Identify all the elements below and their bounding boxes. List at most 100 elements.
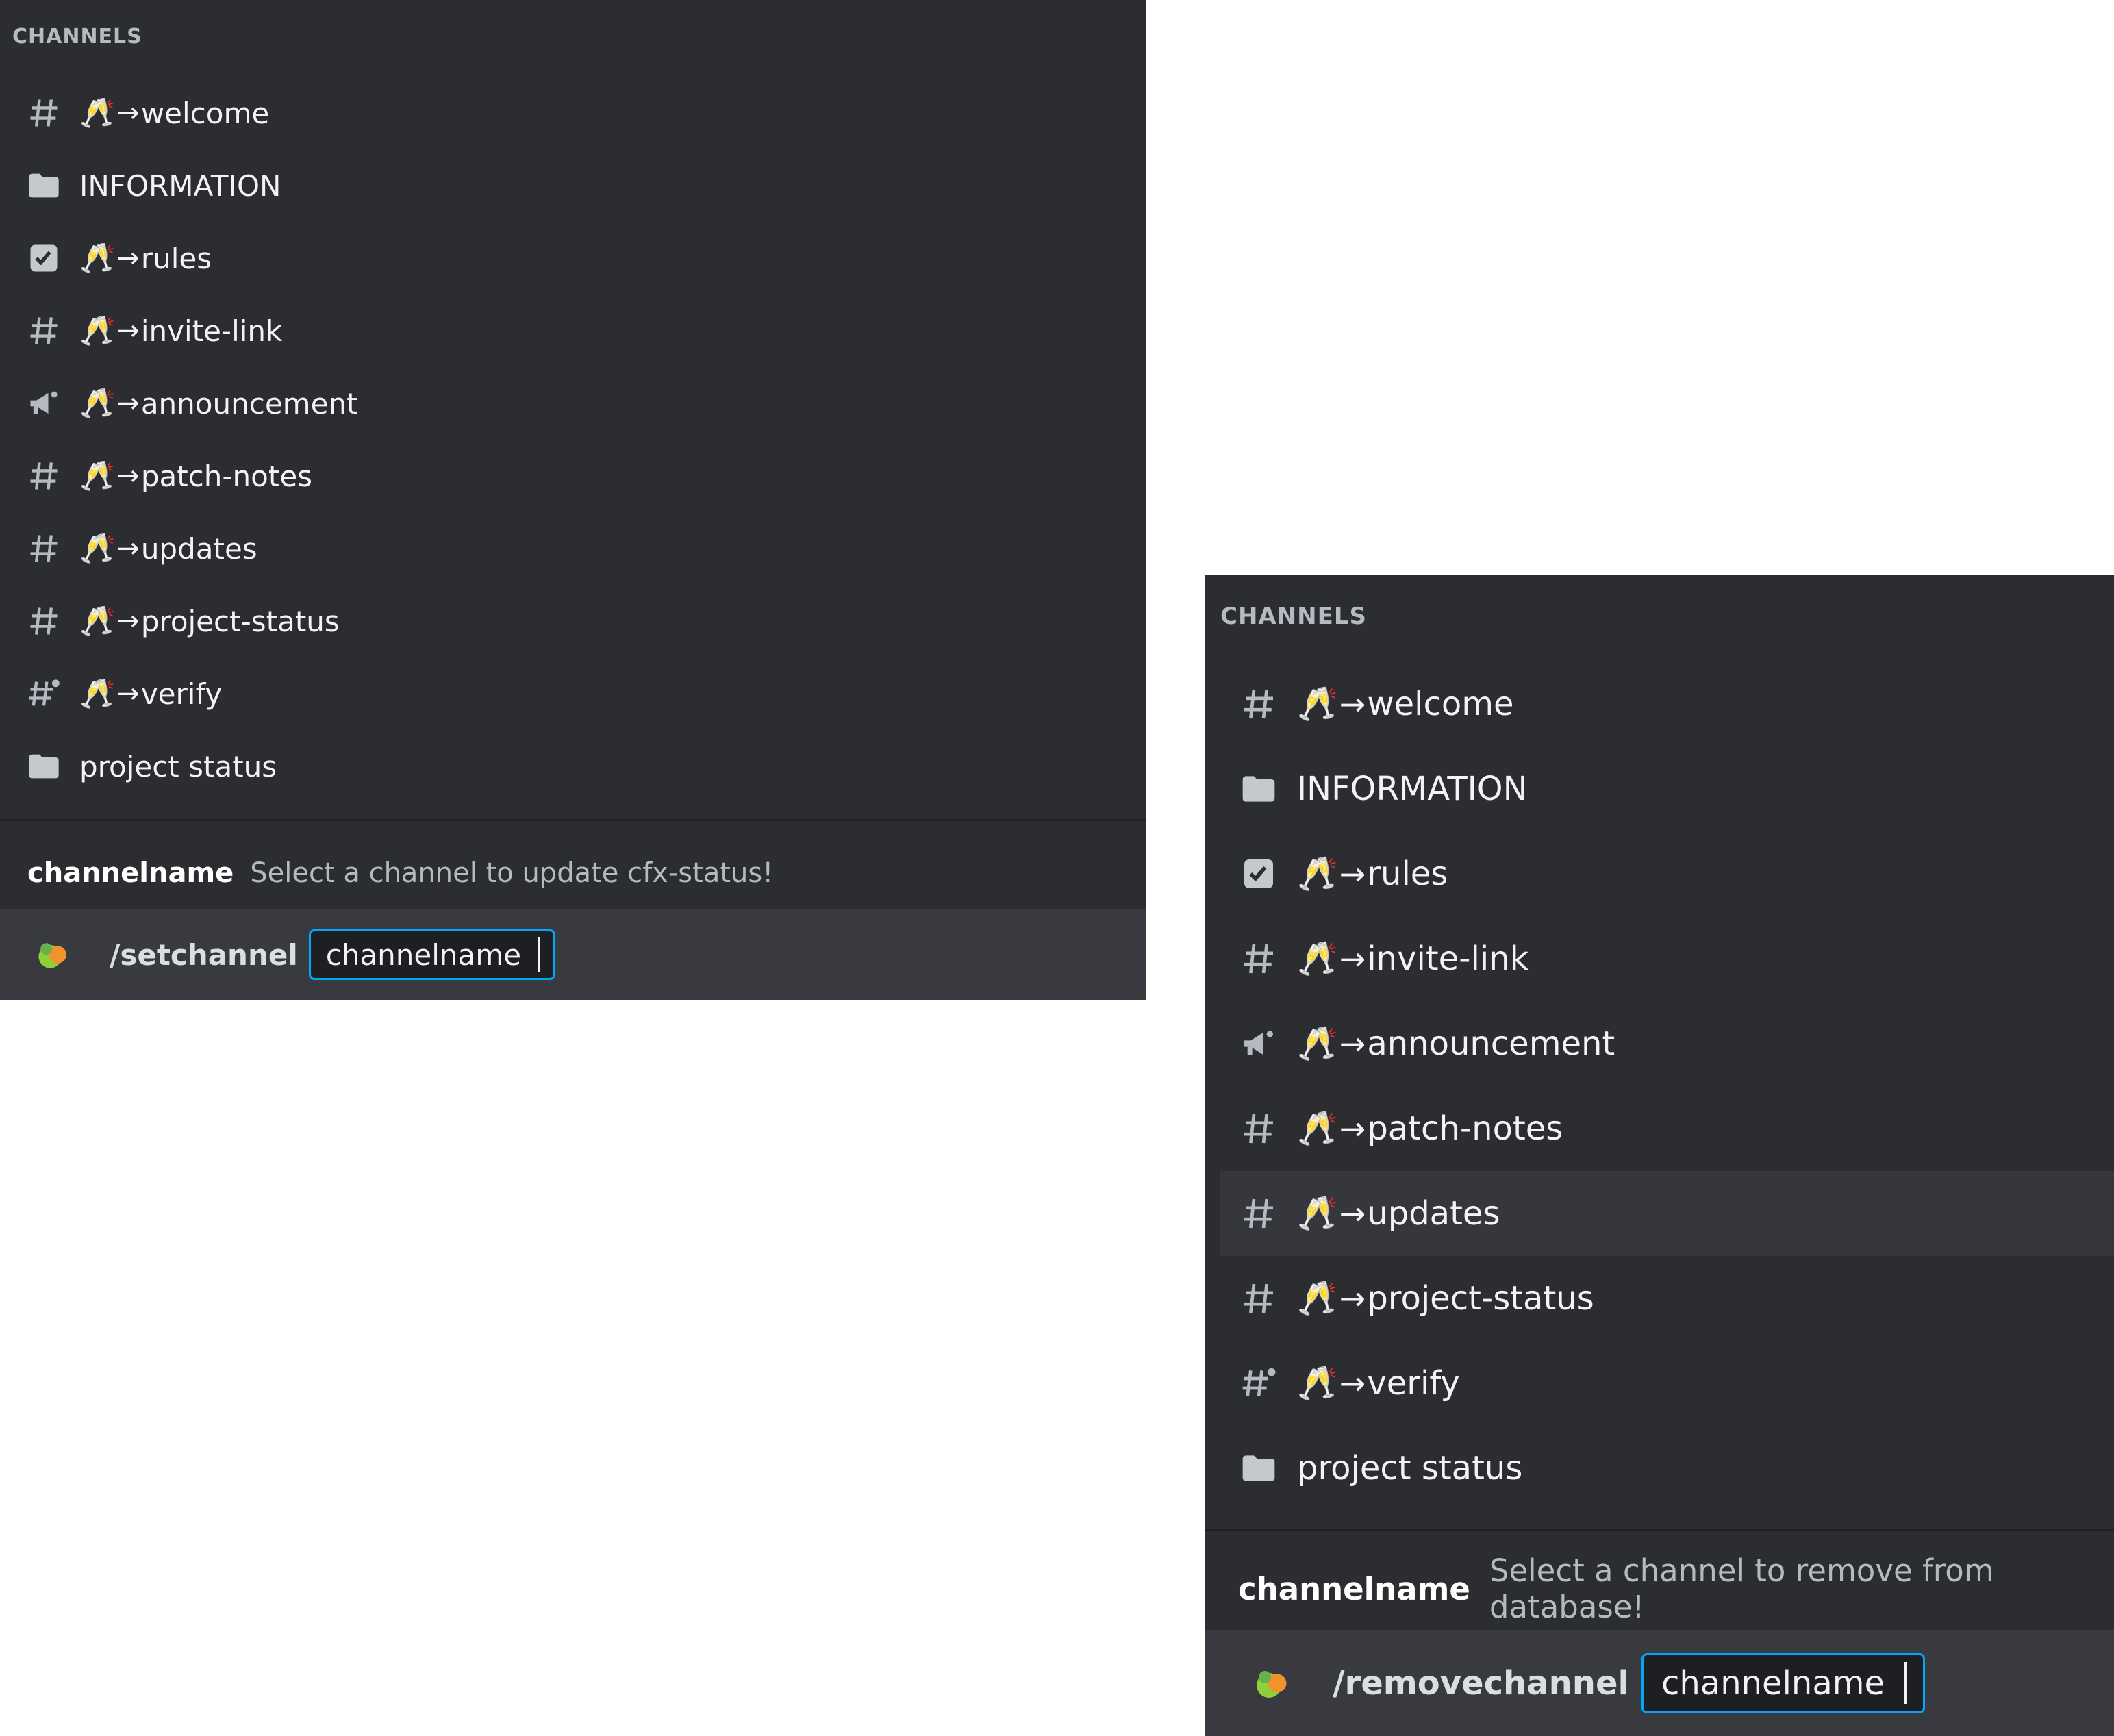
channel-name: patch-notes [1367,1109,1563,1148]
channel-item-announcement[interactable]: 🥂 → announcement [1205,1001,2114,1086]
arrow-glyph: → [1339,940,1366,977]
arrow-glyph: → [116,678,140,709]
clinking-glasses-emoji: 🥂 [79,96,116,129]
arrow-glyph: → [1339,1195,1366,1232]
text-channel-hash-icon [1240,1109,1278,1148]
channel-item-information[interactable]: INFORMATION [0,149,1146,222]
channel-name: invite-link [1367,940,1529,978]
text-caret [538,937,540,972]
channel-name: invite-link [140,314,283,348]
channel-name: patch-notes [140,459,313,493]
text-channel-hash-icon [26,458,62,494]
clinking-glasses-emoji: 🥂 [1297,1364,1338,1402]
channel-name: announcement [1367,1024,1615,1063]
command-bar[interactable]: /removechannel channelname [1205,1630,2114,1736]
channel-name: rules [140,241,212,275]
channel-item-project-status[interactable]: 🥂 → project-status [0,585,1146,657]
text-channel-hash-icon [1240,1194,1278,1233]
channels-header: CHANNELS [12,25,142,49]
channel-item-project-status[interactable]: project status [1205,1426,2114,1511]
text-channel-hash-icon [26,603,62,639]
channel-item-rules[interactable]: 🥂 → rules [0,222,1146,294]
channel-item-invite-link[interactable]: 🥂 → invite-link [1205,916,2114,1001]
arrow-glyph: → [116,242,140,274]
channel-name: project-status [140,604,340,638]
clinking-glasses-emoji: 🥂 [79,677,116,710]
channel-name: verify [1367,1364,1460,1402]
clinking-glasses-emoji: 🥂 [1297,1024,1338,1063]
clinking-glasses-emoji: 🥂 [1297,1194,1338,1233]
clinking-glasses-emoji: 🥂 [79,241,116,275]
locked-hash-icon [1240,1364,1278,1402]
clinking-glasses-emoji: 🥂 [1297,1279,1338,1318]
divider [0,819,1146,821]
clinking-glasses-emoji: 🥂 [79,314,116,347]
channel-item-verify[interactable]: 🥂 → verify [0,657,1146,730]
arrow-glyph: → [1339,1365,1366,1402]
bot-app-icon [1250,1663,1292,1704]
arrow-glyph: → [1339,1280,1366,1317]
channel-item-project-status[interactable]: 🥂 → project-status [1205,1256,2114,1341]
arrow-glyph: → [116,388,140,419]
clinking-glasses-emoji: 🥂 [79,604,116,638]
channel-item-verify[interactable]: 🥂 → verify [1205,1341,2114,1426]
arrow-glyph: → [1339,1025,1366,1062]
text-caret [1904,1661,1907,1704]
channel-name: welcome [140,96,270,130]
slash-command-name: /removechannel [1333,1663,1629,1702]
channel-item-rules[interactable]: 🥂 → rules [1205,831,2114,916]
option-description: Select a channel to update cfx-status! [250,857,774,889]
arrow-glyph: → [116,533,140,564]
channel-item-patch-notes[interactable]: 🥂 → patch-notes [0,440,1146,512]
channel-item-project-status[interactable]: project status [0,730,1146,803]
bot-app-icon [33,935,71,974]
clinking-glasses-emoji: 🥂 [1297,855,1338,893]
rules-checkbox-icon [26,240,62,276]
command-argument-input[interactable]: channelname [1641,1652,1926,1713]
clinking-glasses-emoji: 🥂 [79,531,116,565]
folder-icon [26,168,62,203]
channel-item-updates[interactable]: 🥂 → updates [0,512,1146,585]
channel-name: verify [140,677,223,711]
channel-name: updates [140,531,257,566]
option-description: Select a channel to remove from database… [1489,1552,1994,1625]
channel-name: welcome [1367,685,1514,723]
folder-icon [1240,770,1278,808]
channel-item-welcome[interactable]: 🥂 → welcome [0,77,1146,149]
clinking-glasses-emoji: 🥂 [1297,1109,1338,1148]
channel-name: announcement [140,386,358,420]
channel-name: project status [1297,1449,1523,1487]
channel-name: project-status [1367,1279,1594,1318]
command-bar[interactable]: /setchannel channelname [0,909,1146,1000]
channel-item-patch-notes[interactable]: 🥂 → patch-notes [1205,1086,2114,1171]
channel-name: project status [79,749,277,783]
arrow-glyph: → [116,605,140,637]
clinking-glasses-emoji: 🥂 [79,386,116,420]
clinking-glasses-emoji: 🥂 [1297,685,1338,723]
option-name: channelname [1238,1570,1470,1607]
announcement-megaphone-icon [26,386,62,421]
arrow-glyph: → [1339,1110,1366,1147]
divider [1205,1529,2114,1531]
channel-item-announcement[interactable]: 🥂 → announcement [0,367,1146,440]
channel-list: 🥂 → welcome INFORMATION 🥂 → rules 🥂 → invite-link… [1205,662,2114,1511]
channel-picker-panel-setchannel: CHANNELS 🥂 → welcome INFORMATION 🥂 → rules 🥂 → in… [0,0,1146,1000]
channel-item-updates[interactable]: 🥂 → updates [1220,1171,2114,1256]
clinking-glasses-emoji: 🥂 [1297,940,1338,978]
arrow-glyph: → [116,460,140,492]
arrow-glyph: → [1339,685,1366,722]
text-channel-hash-icon [26,95,62,131]
option-name: channelname [27,857,234,889]
command-argument-input[interactable]: channelname [308,929,556,980]
announcement-megaphone-icon [1240,1024,1278,1063]
folder-icon [1240,1449,1278,1487]
channel-list: 🥂 → welcome INFORMATION 🥂 → rules 🥂 → invite-link… [0,77,1146,803]
channel-item-information[interactable]: INFORMATION [1205,746,2114,831]
arrow-glyph: → [1339,855,1366,892]
channel-item-welcome[interactable]: 🥂 → welcome [1205,662,2114,746]
argument-label: channelname [1661,1663,1885,1702]
channel-item-invite-link[interactable]: 🥂 → invite-link [0,294,1146,367]
arrow-glyph: → [116,97,140,129]
text-channel-hash-icon [26,531,62,566]
arrow-glyph: → [116,315,140,347]
